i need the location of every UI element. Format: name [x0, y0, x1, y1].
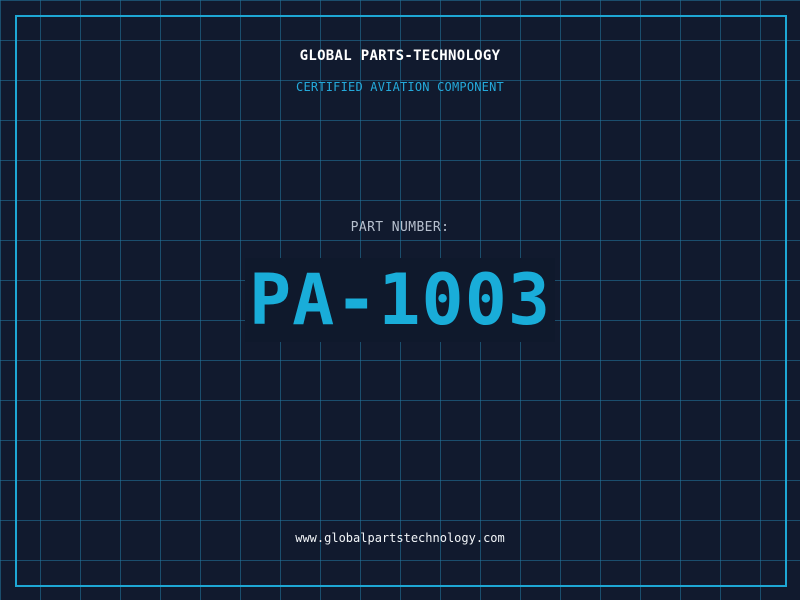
certification-label: CERTIFIED AVIATION COMPONENT — [296, 80, 504, 94]
company-name: GLOBAL PARTS-TECHNOLOGY — [299, 48, 501, 64]
website-url: www.globalpartstechnology.com — [295, 531, 505, 545]
part-number-value: PA-1003 — [244, 258, 555, 342]
part-number-container: PA-1003 — [0, 258, 800, 342]
part-number-label: PART NUMBER: — [350, 220, 450, 235]
